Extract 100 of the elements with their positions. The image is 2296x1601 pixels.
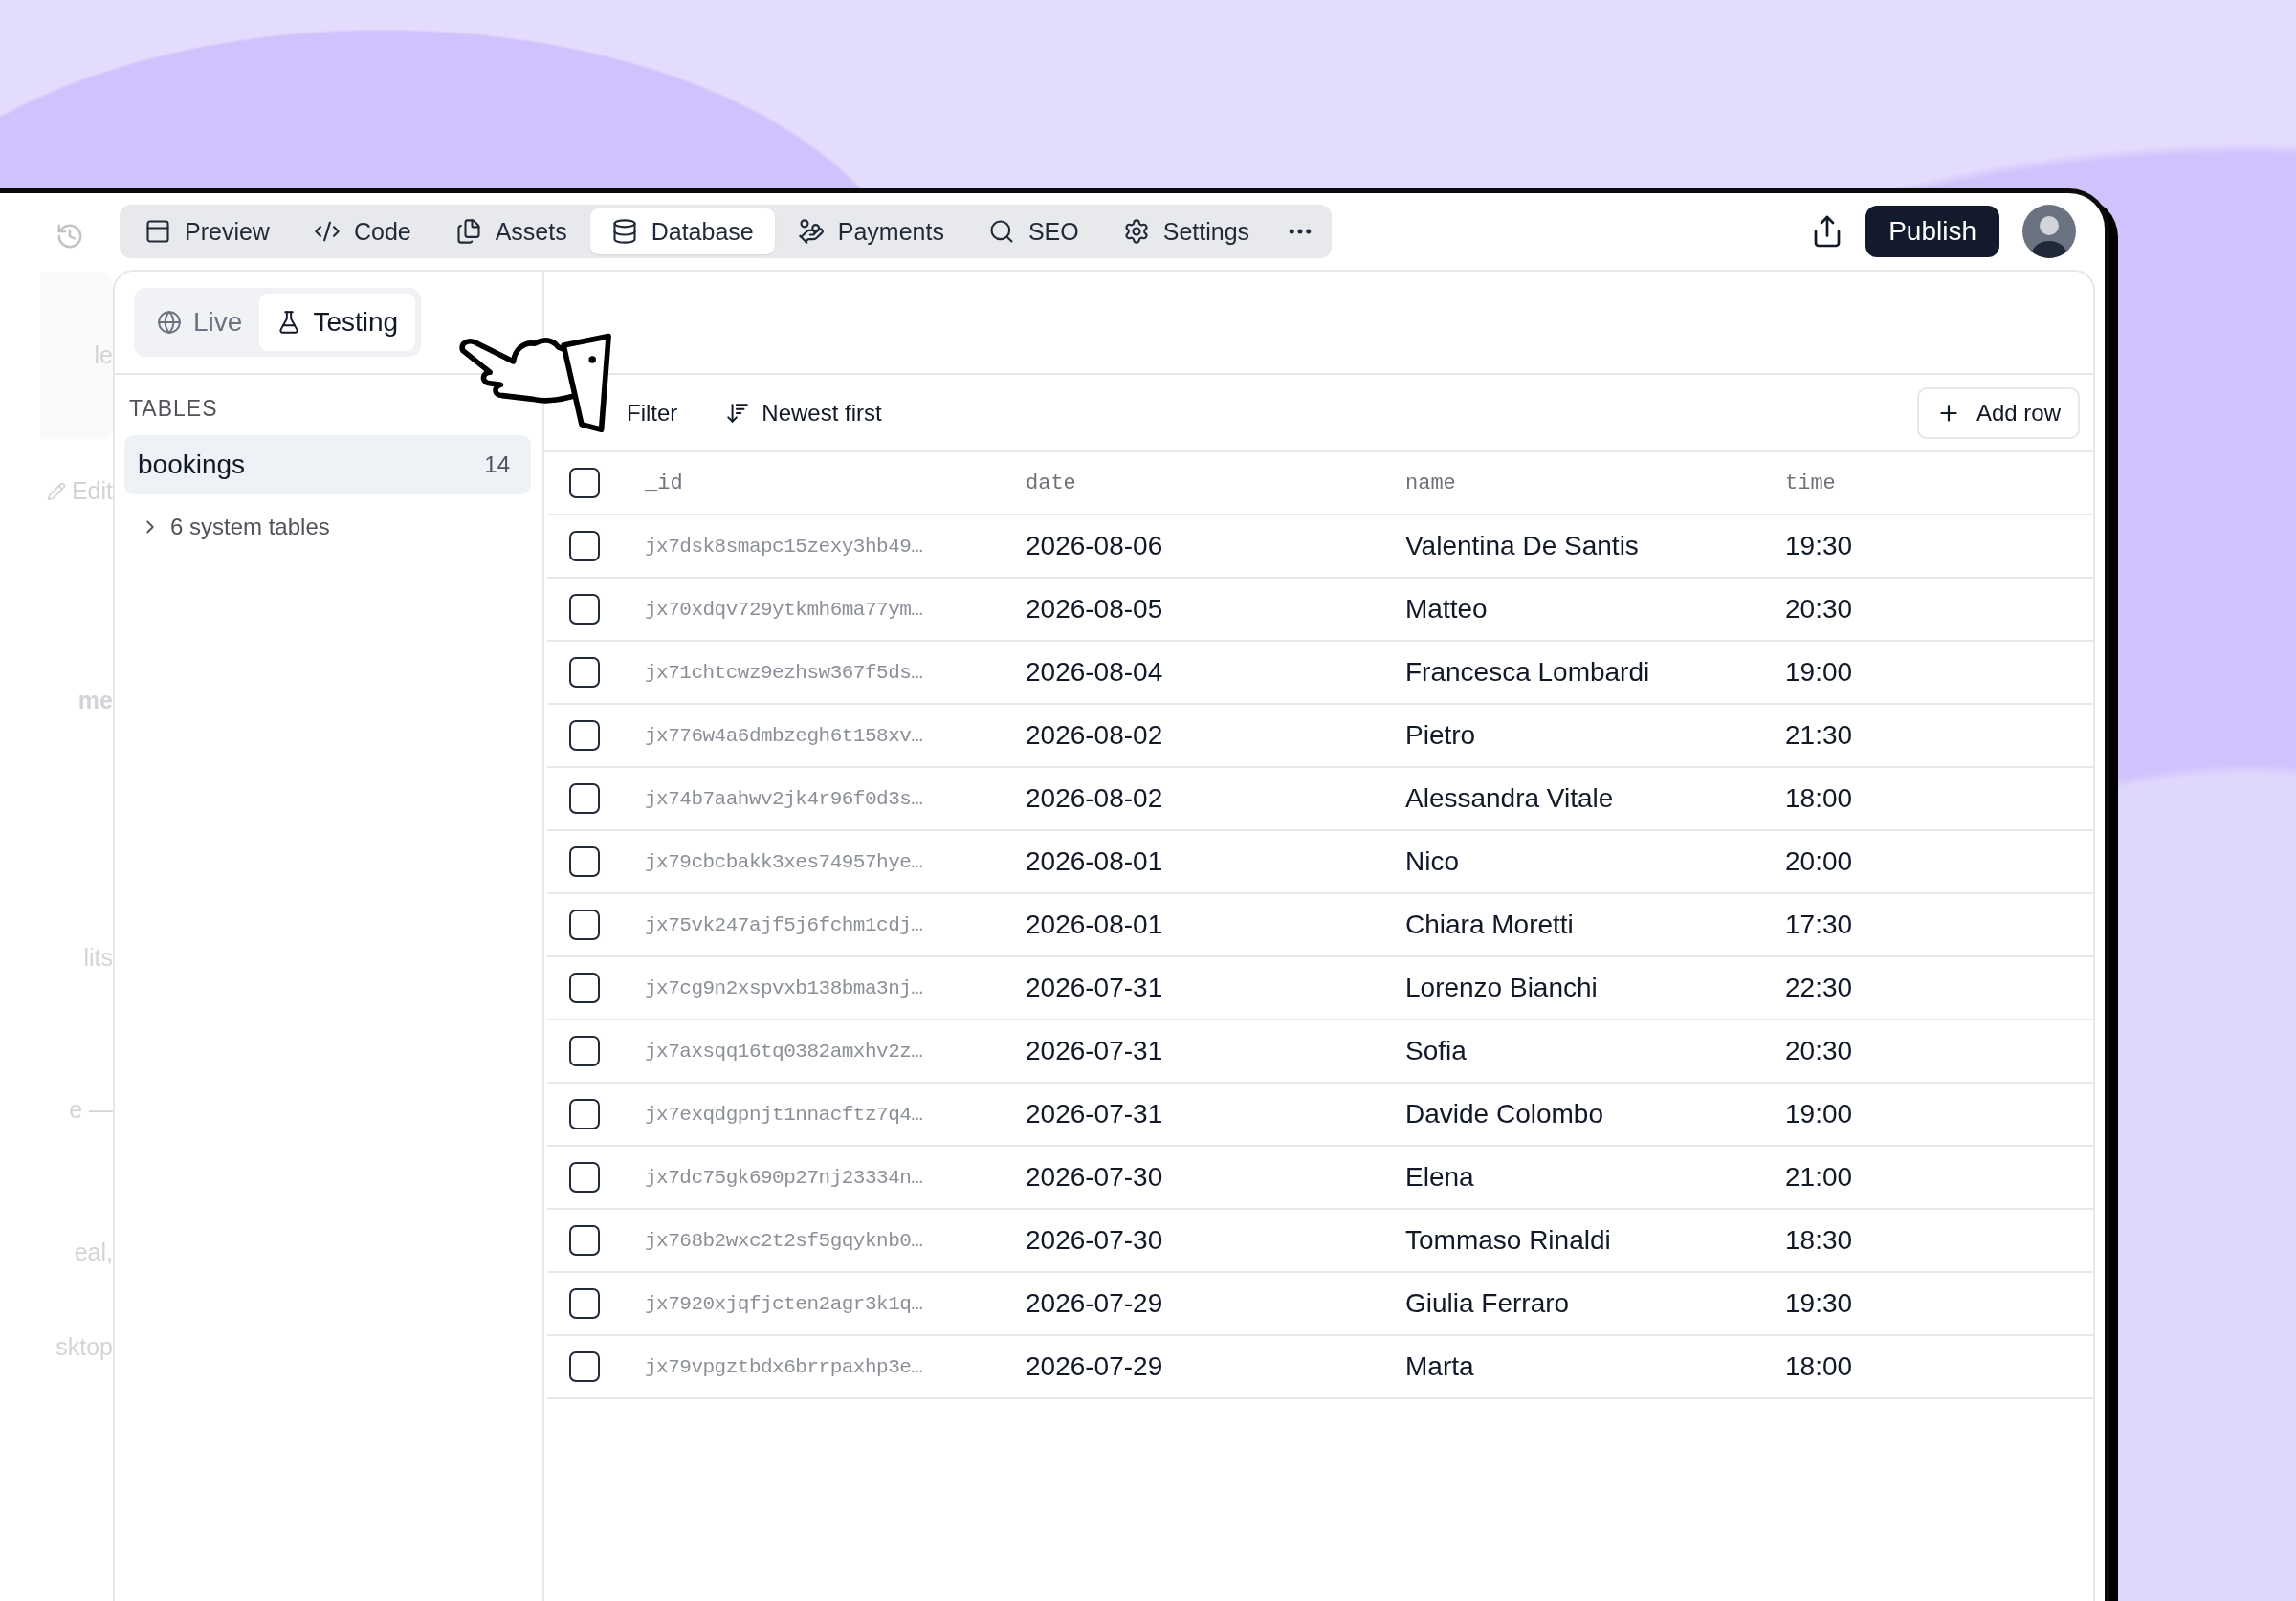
- column-header: _id: [645, 471, 683, 495]
- table-cell: 20:30: [1785, 1036, 1853, 1066]
- table-cell: 2026-08-01: [1026, 846, 1163, 877]
- environment-tab[interactable]: Live: [140, 294, 260, 351]
- checkbox[interactable]: [569, 1162, 600, 1193]
- table-cell: jx776w4a6dmbzegh6t158xv…: [645, 724, 923, 747]
- table-cell: 2026-07-31: [1026, 973, 1163, 1003]
- table-cell: 2026-07-30: [1026, 1162, 1163, 1193]
- table-cell: 19:30: [1785, 531, 1853, 561]
- table-cell: 2026-07-29: [1026, 1288, 1163, 1319]
- sort-button[interactable]: Newest first: [716, 393, 892, 432]
- checkbox[interactable]: [569, 1099, 600, 1129]
- table-cell: 18:00: [1785, 783, 1853, 814]
- nav-tab[interactable]: Payments: [776, 208, 965, 254]
- table-cell: 21:00: [1785, 1162, 1853, 1193]
- table-cell: jx71chtcwz9ezhsw367f5ds…: [645, 661, 923, 684]
- table-cell: Tommaso Rinaldi: [1405, 1225, 1611, 1256]
- table-cell: 18:00: [1785, 1351, 1853, 1382]
- checkbox[interactable]: [569, 1351, 600, 1382]
- table-cell: jx79cbcbakk3xes74957hye…: [645, 850, 923, 873]
- table-cell: 2026-08-04: [1026, 657, 1163, 688]
- nav-tab[interactable]: SEO: [966, 208, 1100, 254]
- table-cell: 17:30: [1785, 910, 1853, 940]
- filter-button[interactable]: Filter: [617, 393, 688, 432]
- table-cell: jx79vpgztbdx6brrpaxhp3e…: [645, 1355, 923, 1378]
- table-cell: jx70xdqv729ytkmh6ma77ym…: [645, 598, 923, 621]
- system-tables-toggle[interactable]: 6 system tables: [136, 508, 334, 546]
- section-heading: TABLES: [128, 395, 219, 422]
- table-cell: jx74b7aahwv2jk4r96f0d3s…: [645, 787, 923, 810]
- nav-tab[interactable]: Preview: [123, 208, 291, 254]
- table-cell: jx768b2wxc2t2sf5gqyknb0…: [645, 1229, 923, 1252]
- table-cell: Francesca Lombardi: [1405, 657, 1650, 688]
- add-row-button[interactable]: Add row: [1916, 386, 2080, 439]
- table-cell: 2026-07-30: [1026, 1225, 1163, 1256]
- checkbox[interactable]: [569, 1036, 600, 1066]
- checkbox[interactable]: [569, 1225, 600, 1256]
- environment-tab[interactable]: Testing: [259, 294, 416, 351]
- table-cell: 19:30: [1785, 1288, 1853, 1319]
- table-cell: Lorenzo Bianchi: [1405, 973, 1598, 1003]
- table-cell: 2026-08-01: [1026, 910, 1163, 940]
- table-item[interactable]: bookings 14: [124, 435, 531, 494]
- nav-tab[interactable]: Settings: [1101, 208, 1271, 254]
- checkbox[interactable]: [569, 657, 600, 688]
- table-cell: jx7920xjqfjcten2agr3k1q…: [645, 1292, 923, 1315]
- nav-tab[interactable]: Database: [589, 208, 775, 254]
- table-cell: Valentina De Santis: [1405, 531, 1639, 561]
- table-cell: 20:00: [1785, 846, 1853, 877]
- checkbox[interactable]: [569, 1288, 600, 1319]
- table-cell: jx7dsk8smapc15zexy3hb49…: [645, 535, 923, 558]
- tab-icon: [144, 218, 171, 245]
- nav-tab[interactable]: Assets: [433, 208, 588, 254]
- table-cell: 22:30: [1785, 973, 1853, 1003]
- table-cell: 2026-08-02: [1026, 720, 1163, 751]
- pencil-icon: [46, 481, 66, 501]
- table-cell: Giulia Ferraro: [1405, 1288, 1570, 1319]
- table-cell: Sofia: [1405, 1036, 1467, 1066]
- checkbox[interactable]: [569, 783, 600, 814]
- table-cell: 19:00: [1785, 1099, 1853, 1129]
- table-cell: Davide Colombo: [1405, 1099, 1603, 1129]
- table-cell: jx75vk247ajf5j6fchm1cdj…: [645, 913, 923, 936]
- table-cell: Chiara Moretti: [1405, 910, 1574, 940]
- table-cell: jx7dc75gk690p27nj23334n…: [645, 1166, 923, 1189]
- publish-button[interactable]: Publish: [1866, 206, 1999, 257]
- column-header: time: [1785, 471, 1836, 495]
- table-cell: jx7exqdgpnjt1nnacftz7q4…: [645, 1103, 923, 1126]
- checkbox[interactable]: [569, 468, 600, 498]
- checkbox[interactable]: [569, 973, 600, 1003]
- tab-icon: [1122, 218, 1150, 245]
- table-cell: 18:30: [1785, 1225, 1853, 1256]
- table-cell: 19:00: [1785, 657, 1853, 688]
- avatar[interactable]: [2022, 205, 2076, 258]
- table-cell: 20:30: [1785, 594, 1853, 625]
- table-cell: 2026-08-06: [1026, 531, 1163, 561]
- table-cell: jx7axsqq16tq0382amxhv2z…: [645, 1040, 923, 1063]
- table-cell: 2026-07-31: [1026, 1099, 1163, 1129]
- table-cell: Alessandra Vitale: [1405, 783, 1614, 814]
- nav-tab[interactable]: Code: [292, 208, 432, 254]
- globe-icon: [157, 310, 182, 335]
- table-cell: Matteo: [1405, 594, 1488, 625]
- row-count: 14: [484, 451, 510, 478]
- tab-icon: [610, 218, 638, 245]
- table-cell: Elena: [1405, 1162, 1474, 1193]
- checkbox[interactable]: [569, 594, 600, 625]
- table-cell: jx7cg9n2xspvxb138bma3nj…: [645, 976, 923, 999]
- checkbox[interactable]: [569, 531, 600, 561]
- checkbox[interactable]: [569, 846, 600, 877]
- tab-icon: [987, 218, 1015, 245]
- checkbox[interactable]: [569, 910, 600, 940]
- checkbox[interactable]: [569, 720, 600, 751]
- table-cell: Nico: [1405, 846, 1459, 877]
- table-cell: 2026-07-31: [1026, 1036, 1163, 1066]
- table-cell: 2026-08-02: [1026, 783, 1163, 814]
- table-cell: Pietro: [1405, 720, 1476, 751]
- table-cell: 2026-08-05: [1026, 594, 1163, 625]
- table-cell: Marta: [1405, 1351, 1474, 1382]
- column-header: date: [1026, 471, 1076, 495]
- tab-icon: [454, 218, 482, 245]
- table-cell: 21:30: [1785, 720, 1853, 751]
- tab-icon: [797, 218, 825, 245]
- table-cell: 2026-07-29: [1026, 1351, 1163, 1382]
